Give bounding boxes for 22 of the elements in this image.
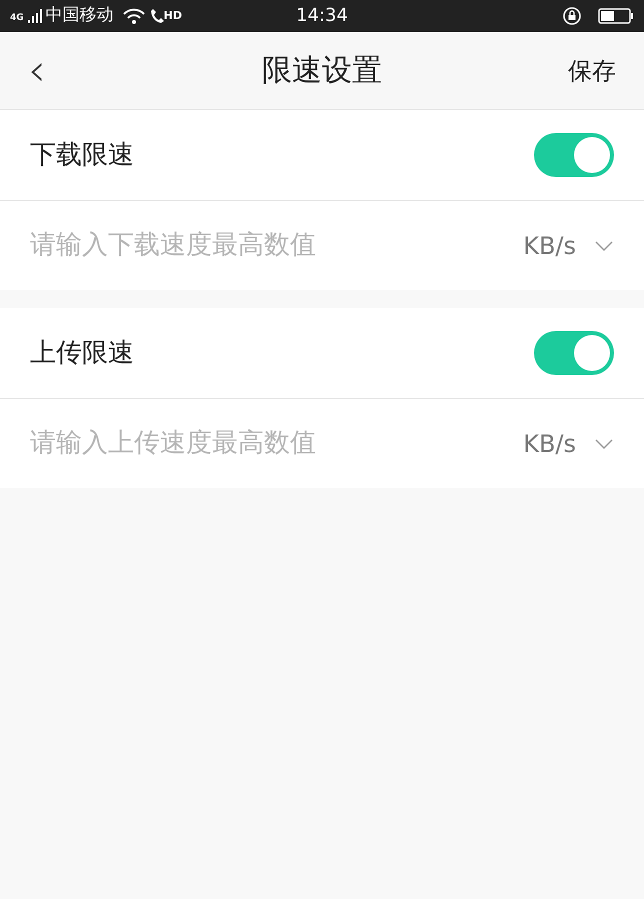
save-button[interactable]: 保存 xyxy=(540,52,644,88)
back-button[interactable]: ‹ xyxy=(0,48,74,92)
clock: 14:34 xyxy=(296,4,348,28)
toggle-switch[interactable] xyxy=(534,331,614,375)
input-field[interactable]: 请输入上传速度最高数值 xyxy=(30,424,524,463)
hd-label: HD xyxy=(164,8,182,24)
signal-icon xyxy=(28,9,42,23)
phone-icon xyxy=(150,8,164,24)
chevron-down-icon xyxy=(594,240,614,252)
carrier-name: 中国移动 xyxy=(46,4,114,28)
toggle-switch[interactable] xyxy=(534,133,614,177)
setting-label: 上传限速 xyxy=(30,336,134,370)
chevron-down-icon xyxy=(594,438,614,450)
wifi-icon xyxy=(122,8,146,24)
battery-icon xyxy=(598,8,634,24)
page-title: 限速设置 xyxy=(262,52,382,90)
input-field[interactable]: 请输入下载速度最高数值 xyxy=(30,226,524,265)
network-type: 4G xyxy=(10,14,24,23)
rotation-lock-icon xyxy=(562,6,582,26)
unit-dropdown[interactable]: KB/s xyxy=(523,426,614,462)
unit-dropdown[interactable]: KB/s xyxy=(523,228,614,264)
setting-label: 下载限速 xyxy=(30,138,134,172)
